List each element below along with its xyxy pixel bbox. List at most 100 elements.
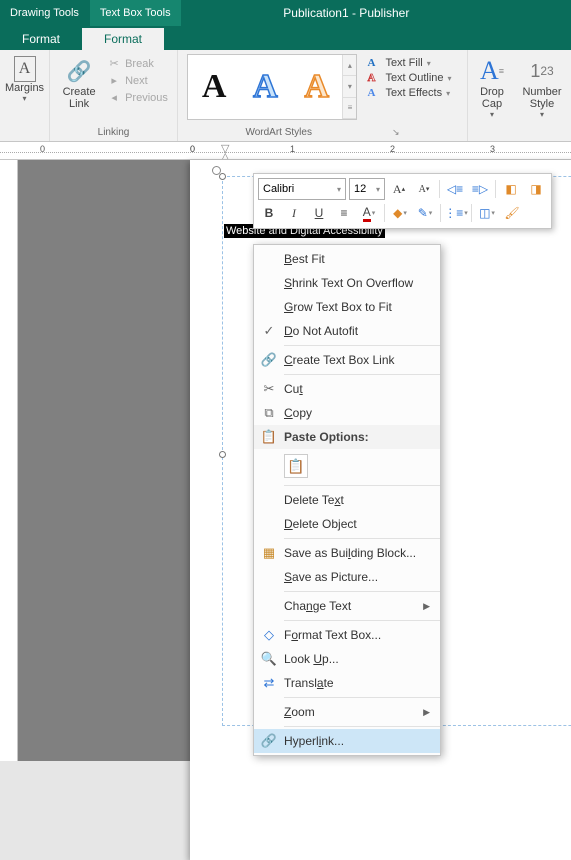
ctx-change-text[interactable]: Change Text▶ — [254, 594, 440, 618]
ctx-paste-options-header: 📋Paste Options: — [254, 425, 440, 449]
caret-icon: ▾ — [22, 94, 26, 103]
ctx-paste-option[interactable]: 📋 — [254, 449, 440, 483]
indent-marker-icon[interactable]: △ — [221, 150, 229, 160]
ctx-hyperlink[interactable]: 🔗Hyperlink... — [254, 729, 440, 753]
ruler-tick: 0 — [190, 144, 195, 154]
ruler-horizontal[interactable]: 0 0 1 2 3 ▽ △ — [0, 142, 571, 160]
font-color-button[interactable]: A — [358, 202, 380, 224]
ctx-shrink-overflow[interactable]: Shrink Text On Overflow — [254, 271, 440, 295]
ctx-delete-object[interactable]: Delete Object — [254, 512, 440, 536]
ctx-delete-text[interactable]: Delete Text — [254, 488, 440, 512]
group-numberstyle: 123 Number Style ▾ — [516, 50, 568, 141]
grow-font-button[interactable]: A▴ — [388, 178, 410, 200]
ruler-tick: 0 — [40, 144, 45, 154]
ribbon-tab-format-drawing[interactable]: Format — [0, 28, 82, 50]
create-link-button[interactable]: 🔗 Create Link — [57, 54, 101, 112]
group-wordart-label: WordArt Styles↘ — [182, 125, 463, 141]
mini-toolbar: Calibri▾ 12▾ A▴ A▾ ◁≡ ≡▷ ◧ ◨ B I U ≡ A ◆… — [253, 173, 552, 229]
format-icon: ◇ — [254, 627, 284, 643]
shape-fill-button[interactable]: ◆ — [389, 202, 411, 224]
ctx-translate[interactable]: ⇄Translate — [254, 671, 440, 695]
wordart-gallery[interactable]: A A A ▴▾≡ — [187, 54, 357, 120]
text-fill-button[interactable]: AText Fill▾ — [365, 56, 453, 70]
drop-cap-label: Drop Cap — [480, 86, 504, 110]
break-link-button: ✂ Break — [105, 56, 170, 71]
group-wordart: A A A ▴▾≡ AText Fill▾ AText Outline▾ ATe… — [178, 50, 468, 141]
wordart-scroll[interactable]: ▴▾≡ — [342, 55, 356, 119]
ruler-tick: 3 — [490, 144, 495, 154]
dialog-launcher-icon[interactable]: ↘ — [392, 127, 400, 138]
check-icon: ✓ — [254, 323, 284, 339]
ctx-save-building-block[interactable]: ▦Save as Building Block... — [254, 541, 440, 565]
lookup-icon: 🔍 — [254, 651, 284, 667]
format-painter-button[interactable]: 🖌 — [501, 202, 523, 224]
align-button[interactable]: ≡ — [333, 202, 355, 224]
font-size-value: 12 — [354, 183, 366, 195]
resize-handle[interactable] — [219, 173, 226, 180]
underline-button[interactable]: U — [308, 202, 330, 224]
ctx-best-fit[interactable]: Best Fit — [254, 247, 440, 271]
bring-forward-button[interactable]: ◧ — [500, 178, 522, 200]
app-title: Publication1 - Publisher — [182, 6, 571, 20]
group-linking: 🔗 Create Link ✂ Break ▸Next ◂ Previous Lin… — [50, 50, 178, 141]
ctx-grow-fit[interactable]: Grow Text Box to Fit — [254, 295, 440, 319]
text-effects-button[interactable]: AText Effects▾ — [365, 86, 453, 100]
bold-button[interactable]: B — [258, 202, 280, 224]
next-link-button: ▸Next — [105, 73, 170, 88]
ctx-create-link[interactable]: 🔗Create Text Box Link — [254, 348, 440, 372]
cut-icon: ✂ — [254, 381, 284, 397]
ctx-zoom[interactable]: Zoom▶ — [254, 700, 440, 724]
ctx-no-autofit[interactable]: ✓Do Not Autofit — [254, 319, 440, 343]
prev-label: Previous — [125, 92, 168, 104]
styles-button[interactable]: ◫ — [476, 202, 498, 224]
font-family-select[interactable]: Calibri▾ — [258, 178, 346, 200]
text-fill-icon: A — [367, 57, 381, 69]
ctx-copy[interactable]: ⧉Copy — [254, 401, 440, 425]
text-effects-label: Text Effects — [385, 87, 442, 99]
break-icon: ✂ — [107, 57, 121, 70]
ribbon: A Margins ▾ 🔗 Create Link ✂ Break ▸Next ◂… — [0, 50, 571, 142]
wordart-style-2[interactable]: A — [240, 55, 291, 119]
number-style-button[interactable]: 123 Number Style ▾ — [520, 54, 564, 121]
ruler-vertical[interactable] — [0, 160, 18, 761]
group-linking-label: Linking — [54, 125, 173, 141]
previous-link-button: ◂ Previous — [105, 90, 170, 105]
rotate-handle[interactable] — [212, 166, 221, 175]
create-link-label: Create Link — [63, 86, 96, 110]
shrink-font-button[interactable]: A▾ — [413, 178, 435, 200]
text-fill-label: Text Fill — [385, 57, 422, 69]
ruler-tick: 1 — [290, 144, 295, 154]
text-outline-button[interactable]: AText Outline▾ — [365, 71, 453, 85]
ctx-cut[interactable]: ✂Cut — [254, 377, 440, 401]
caret-icon: ▾ — [540, 110, 544, 119]
ctx-save-picture[interactable]: Save as Picture... — [254, 565, 440, 589]
shape-outline-button[interactable]: ✎ — [414, 202, 436, 224]
submenu-arrow-icon: ▶ — [423, 707, 430, 718]
next-icon: ▸ — [107, 74, 121, 87]
translate-icon: ⇄ — [254, 675, 284, 691]
margins-button[interactable]: A Margins ▾ — [3, 54, 47, 105]
ribbon-tab-format-textbox[interactable]: Format — [82, 28, 164, 50]
drop-cap-icon: A≡ — [477, 56, 507, 86]
italic-button[interactable]: I — [283, 202, 305, 224]
wordart-style-1[interactable]: A — [188, 55, 239, 119]
font-size-select[interactable]: 12▾ — [349, 178, 385, 200]
break-label: Break — [125, 58, 154, 70]
tools-tab-textbox: Text Box Tools — [90, 0, 182, 26]
decrease-indent-button[interactable]: ◁≡ — [444, 178, 466, 200]
hyperlink-icon: 🔗 — [254, 733, 284, 749]
ruler-tick: 2 — [390, 144, 395, 154]
ctx-look-up[interactable]: 🔍Look Up... — [254, 647, 440, 671]
group-margins-label — [4, 136, 45, 141]
submenu-arrow-icon: ▶ — [423, 601, 430, 612]
increase-indent-button[interactable]: ≡▷ — [469, 178, 491, 200]
ctx-format-text-box[interactable]: ◇Format Text Box... — [254, 623, 440, 647]
drop-cap-button[interactable]: A≡ Drop Cap ▾ — [470, 54, 514, 121]
bullets-button[interactable]: ⋮≡ — [445, 202, 467, 224]
resize-handle[interactable] — [219, 451, 226, 458]
blocks-icon: ▦ — [254, 545, 284, 561]
wordart-style-3[interactable]: A — [291, 55, 342, 119]
send-backward-button[interactable]: ◨ — [525, 178, 547, 200]
clipboard-icon: 📋 — [284, 454, 308, 478]
previous-icon: ◂ — [107, 91, 121, 104]
